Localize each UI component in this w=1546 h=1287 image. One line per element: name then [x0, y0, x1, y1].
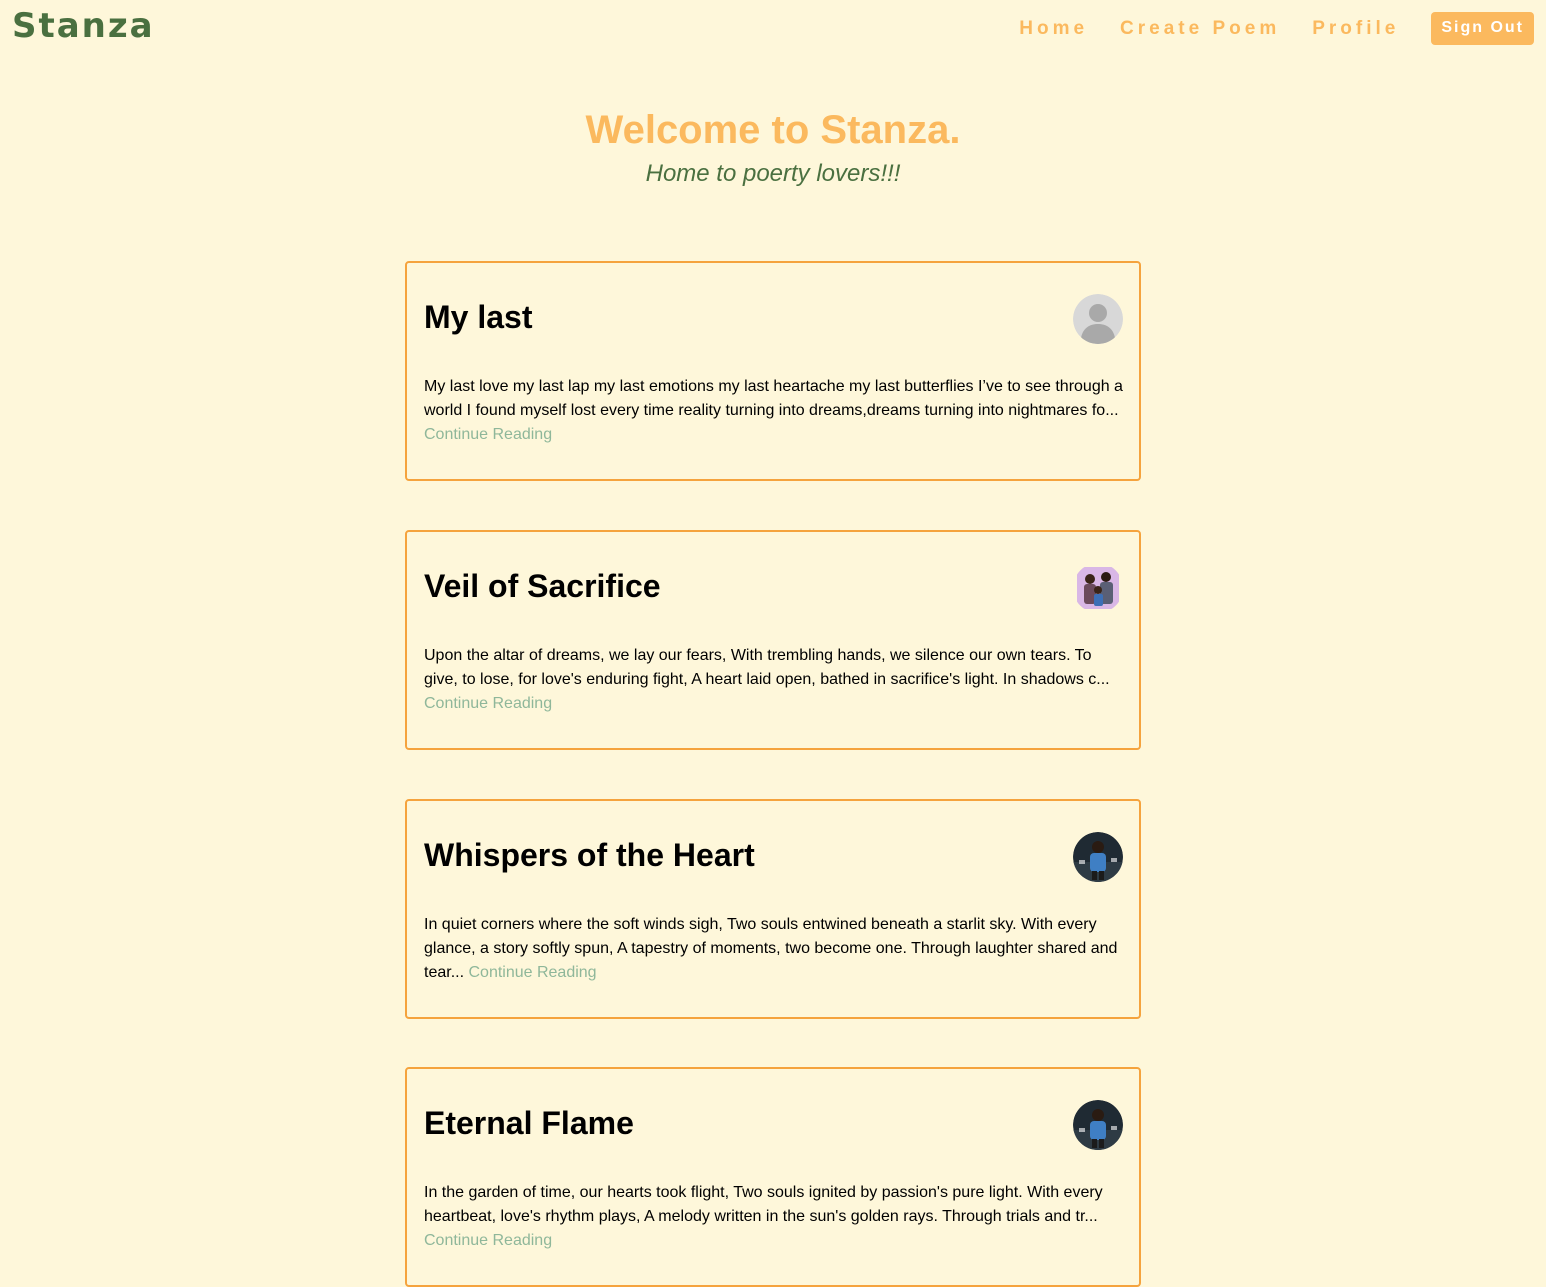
- nav-create-poem-link[interactable]: Create Poem: [1120, 18, 1280, 40]
- poem-card: My last My last love my last lap my last…: [405, 261, 1141, 481]
- person-photo-avatar-icon[interactable]: [1073, 1100, 1123, 1150]
- brand-logo[interactable]: Stanza: [12, 6, 155, 46]
- continue-reading-link[interactable]: Continue Reading: [468, 964, 596, 981]
- poem-title: My last: [424, 299, 533, 335]
- page-subtitle: Home to poerty lovers!!!: [645, 160, 901, 187]
- hero-section: Welcome to Stanza. Home to poerty lovers…: [0, 104, 1546, 188]
- poem-excerpt-text: My last love my last lap my last emotion…: [424, 378, 1123, 419]
- continue-reading-link[interactable]: Continue Reading: [424, 1232, 552, 1249]
- page-title: Welcome to Stanza.: [585, 108, 961, 152]
- poem-excerpt: In the garden of time, our hearts took f…: [424, 1181, 1126, 1253]
- poem-excerpt: In quiet corners where the soft winds si…: [424, 913, 1126, 985]
- poem-excerpt-text: In the garden of time, our hearts took f…: [424, 1184, 1103, 1225]
- poem-card: Eternal Flame In the garden of time, our…: [405, 1067, 1141, 1287]
- poem-excerpt-text: Upon the altar of dreams, we lay our fea…: [424, 647, 1110, 688]
- top-nav-bar: Stanza Home Create Poem Profile Sign Out: [0, 0, 1546, 56]
- poem-excerpt: My last love my last lap my last emotion…: [424, 375, 1126, 447]
- default-user-avatar-icon[interactable]: [1073, 294, 1123, 344]
- nav-home-link[interactable]: Home: [1019, 18, 1088, 40]
- poem-card: Veil of Sacrifice Upon the altar of drea…: [405, 530, 1141, 750]
- poem-title: Eternal Flame: [424, 1105, 634, 1141]
- continue-reading-link[interactable]: Continue Reading: [424, 695, 552, 712]
- nav-profile-link[interactable]: Profile: [1312, 18, 1399, 40]
- poem-card: Whispers of the Heart In quiet corners w…: [405, 799, 1141, 1019]
- family-photo-avatar-icon[interactable]: [1073, 563, 1123, 613]
- poem-excerpt: Upon the altar of dreams, we lay our fea…: [424, 644, 1126, 716]
- sign-out-button[interactable]: Sign Out: [1431, 12, 1534, 45]
- main-nav: Home Create Poem Profile Sign Out: [1019, 12, 1534, 45]
- person-photo-avatar-icon[interactable]: [1073, 832, 1123, 882]
- poem-title: Whispers of the Heart: [424, 837, 755, 873]
- poem-title: Veil of Sacrifice: [424, 568, 661, 604]
- continue-reading-link[interactable]: Continue Reading: [424, 426, 552, 443]
